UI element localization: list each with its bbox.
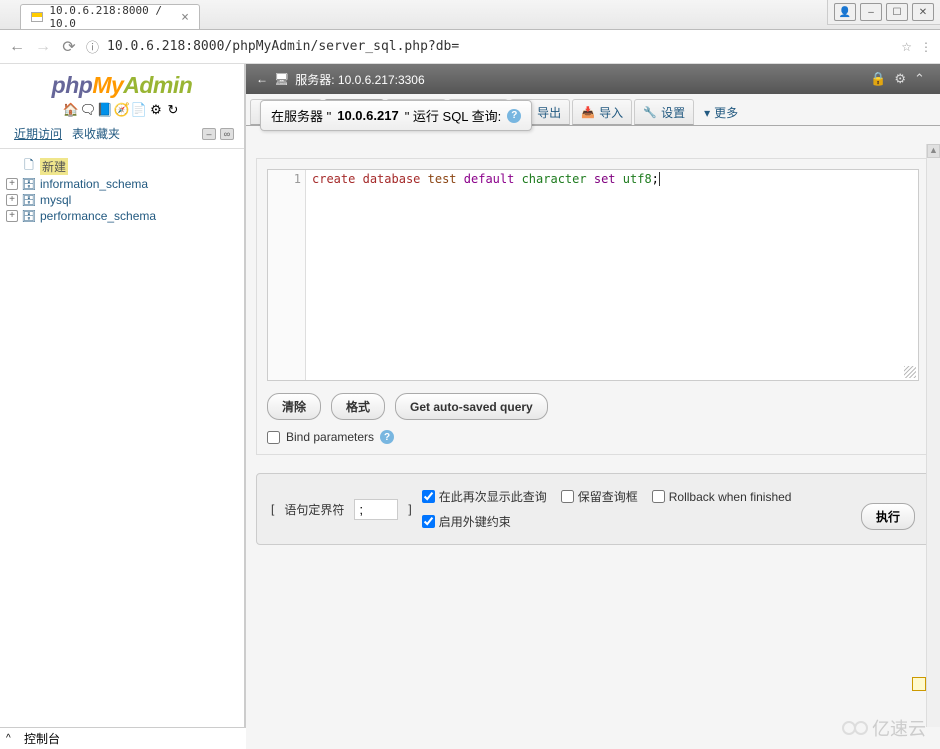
expand-icon[interactable]: + — [6, 178, 18, 190]
get-autosaved-button[interactable]: Get auto-saved query — [395, 393, 548, 420]
settings-tab-icon: 🔧 — [643, 105, 657, 119]
delimiter-panel: [ 语句定界符 ] 在此再次显示此查询 保留查询框 Rollback when … — [256, 473, 930, 545]
tab-close-icon[interactable]: × — [181, 10, 189, 25]
db-item[interactable]: + 🗄 performance_schema — [6, 208, 238, 224]
new-database-item[interactable]: 🗋 新建 — [6, 157, 238, 176]
reload-button[interactable]: ⟳ — [60, 38, 78, 56]
delimiter-label: 语句定界符 — [284, 501, 344, 518]
browser-tab-bar: 10.0.6.218:8000 / 10.0 × — [0, 0, 940, 30]
resize-handle[interactable] — [904, 366, 916, 378]
page-icon[interactable]: 📄 — [132, 103, 146, 117]
site-info-icon[interactable]: ⓘ — [86, 37, 99, 56]
docs-icon[interactable]: 📘 — [98, 103, 112, 117]
sql-panel: 1 create database test default character… — [256, 158, 930, 455]
collapse-icon[interactable]: ⌃ — [914, 71, 930, 87]
browser-tab[interactable]: 10.0.6.218:8000 / 10.0 × — [20, 4, 200, 29]
rollback-checkbox[interactable] — [652, 490, 665, 503]
delimiter-input[interactable] — [354, 499, 398, 520]
nav-forward-button[interactable]: → — [34, 38, 52, 56]
settings-icon[interactable]: ⚙ — [149, 103, 163, 117]
bookmark-icon[interactable] — [912, 677, 926, 691]
database-icon: 🗄 — [22, 177, 36, 191]
server-icon: 🖥 — [274, 72, 289, 86]
console-label: 控制台 — [24, 730, 60, 747]
url-bar: ← → ⟳ ⓘ 10.0.6.218:8000/phpMyAdmin/serve… — [0, 30, 940, 64]
favorites-tab[interactable]: 表收藏夹 — [68, 123, 124, 144]
collapse-tree-button[interactable]: – — [202, 128, 216, 140]
db-item[interactable]: + 🗄 mysql — [6, 192, 238, 208]
help-icon[interactable]: ? — [380, 430, 394, 444]
user-button[interactable]: 👤 — [834, 3, 856, 21]
help-icon[interactable]: ? — [507, 109, 521, 123]
back-arrow-icon[interactable]: ← — [256, 72, 268, 86]
maximize-button[interactable]: ☐ — [886, 3, 908, 21]
bind-params-checkbox[interactable] — [267, 431, 280, 444]
database-tree: 🗋 新建 + 🗄 information_schema + 🗄 mysql + … — [0, 149, 244, 232]
nav-back-button[interactable]: ← — [8, 38, 26, 56]
console-toggle-icon[interactable]: ^ — [6, 733, 18, 745]
sidebar-toolbar: 🏠 🗨 📘 🧭 📄 ⚙ ↻ — [0, 101, 244, 123]
sidebar: phpMyAdmin 🏠 🗨 📘 🧭 📄 ⚙ ↻ 近期访问 表收藏夹 – ∞ 🗋… — [0, 64, 246, 749]
server-crumb-bar: ← 🖥 服务器: 10.0.6.217:3306 🔒 ⚙ ⌃ — [246, 64, 940, 94]
home-icon[interactable]: 🏠 — [64, 103, 78, 117]
database-icon: 🗄 — [22, 209, 36, 223]
bookmark-star-icon[interactable]: ☆ — [901, 40, 912, 54]
close-window-button[interactable]: ✕ — [912, 3, 934, 21]
tab-import[interactable]: 📥导入 — [572, 99, 632, 125]
fk-check-checkbox[interactable] — [422, 515, 435, 528]
retain-query-box-checkbox[interactable] — [561, 490, 574, 503]
recent-access-tab[interactable]: 近期访问 — [10, 123, 66, 144]
gear-icon[interactable]: ⚙ — [894, 71, 906, 87]
scrollbar[interactable]: ▲ — [926, 144, 940, 727]
window-controls: 👤 – ☐ ✕ — [827, 0, 940, 25]
tab-settings[interactable]: 🔧设置 — [634, 99, 694, 125]
tab-title: 10.0.6.218:8000 / 10.0 — [49, 4, 175, 30]
tab-more-dropdown[interactable]: ▾更多 — [696, 100, 746, 125]
nav-icon[interactable]: 🧭 — [115, 103, 129, 117]
execute-button[interactable]: 执行 — [861, 503, 915, 530]
sql-icon[interactable]: 🗨 — [81, 103, 95, 117]
server-crumb-label[interactable]: 服务器: 10.0.6.217:3306 — [295, 71, 424, 88]
format-button[interactable]: 格式 — [331, 393, 385, 420]
recent-tabs: 近期访问 表收藏夹 – ∞ — [0, 123, 244, 149]
lock-icon[interactable]: 🔒 — [870, 71, 886, 87]
sql-code[interactable]: create database test default character s… — [306, 170, 918, 380]
chevron-down-icon: ▾ — [704, 106, 710, 120]
browser-menu-icon[interactable]: ⋮ — [920, 40, 932, 54]
expand-icon[interactable]: + — [6, 194, 18, 206]
link-tree-button[interactable]: ∞ — [220, 128, 234, 140]
content-area: ← 🖥 服务器: 10.0.6.217:3306 🔒 ⚙ ⌃ 🗄数据库 📄SQL… — [246, 64, 940, 749]
bind-params-label: Bind parameters — [286, 430, 374, 444]
url-text[interactable]: 10.0.6.218:8000/phpMyAdmin/server_sql.ph… — [107, 39, 893, 54]
refresh-icon[interactable]: ↻ — [166, 103, 180, 117]
database-icon: 🗄 — [22, 193, 36, 207]
expand-icon[interactable]: + — [6, 210, 18, 222]
show-query-again-checkbox[interactable] — [422, 490, 435, 503]
line-gutter: 1 — [268, 170, 306, 380]
minimize-button[interactable]: – — [860, 3, 882, 21]
logo[interactable]: phpMyAdmin — [0, 64, 244, 101]
phpmyadmin-favicon — [31, 12, 43, 22]
sql-query-title: 在服务器 "10.0.6.217" 运行 SQL 查询: ? — [260, 100, 532, 131]
new-db-icon: 🗋 — [22, 160, 36, 174]
clear-button[interactable]: 清除 — [267, 393, 321, 420]
import-tab-icon: 📥 — [581, 105, 595, 119]
scroll-up-icon[interactable]: ▲ — [927, 144, 940, 158]
sql-editor[interactable]: 1 create database test default character… — [267, 169, 919, 381]
db-item[interactable]: + 🗄 information_schema — [6, 176, 238, 192]
